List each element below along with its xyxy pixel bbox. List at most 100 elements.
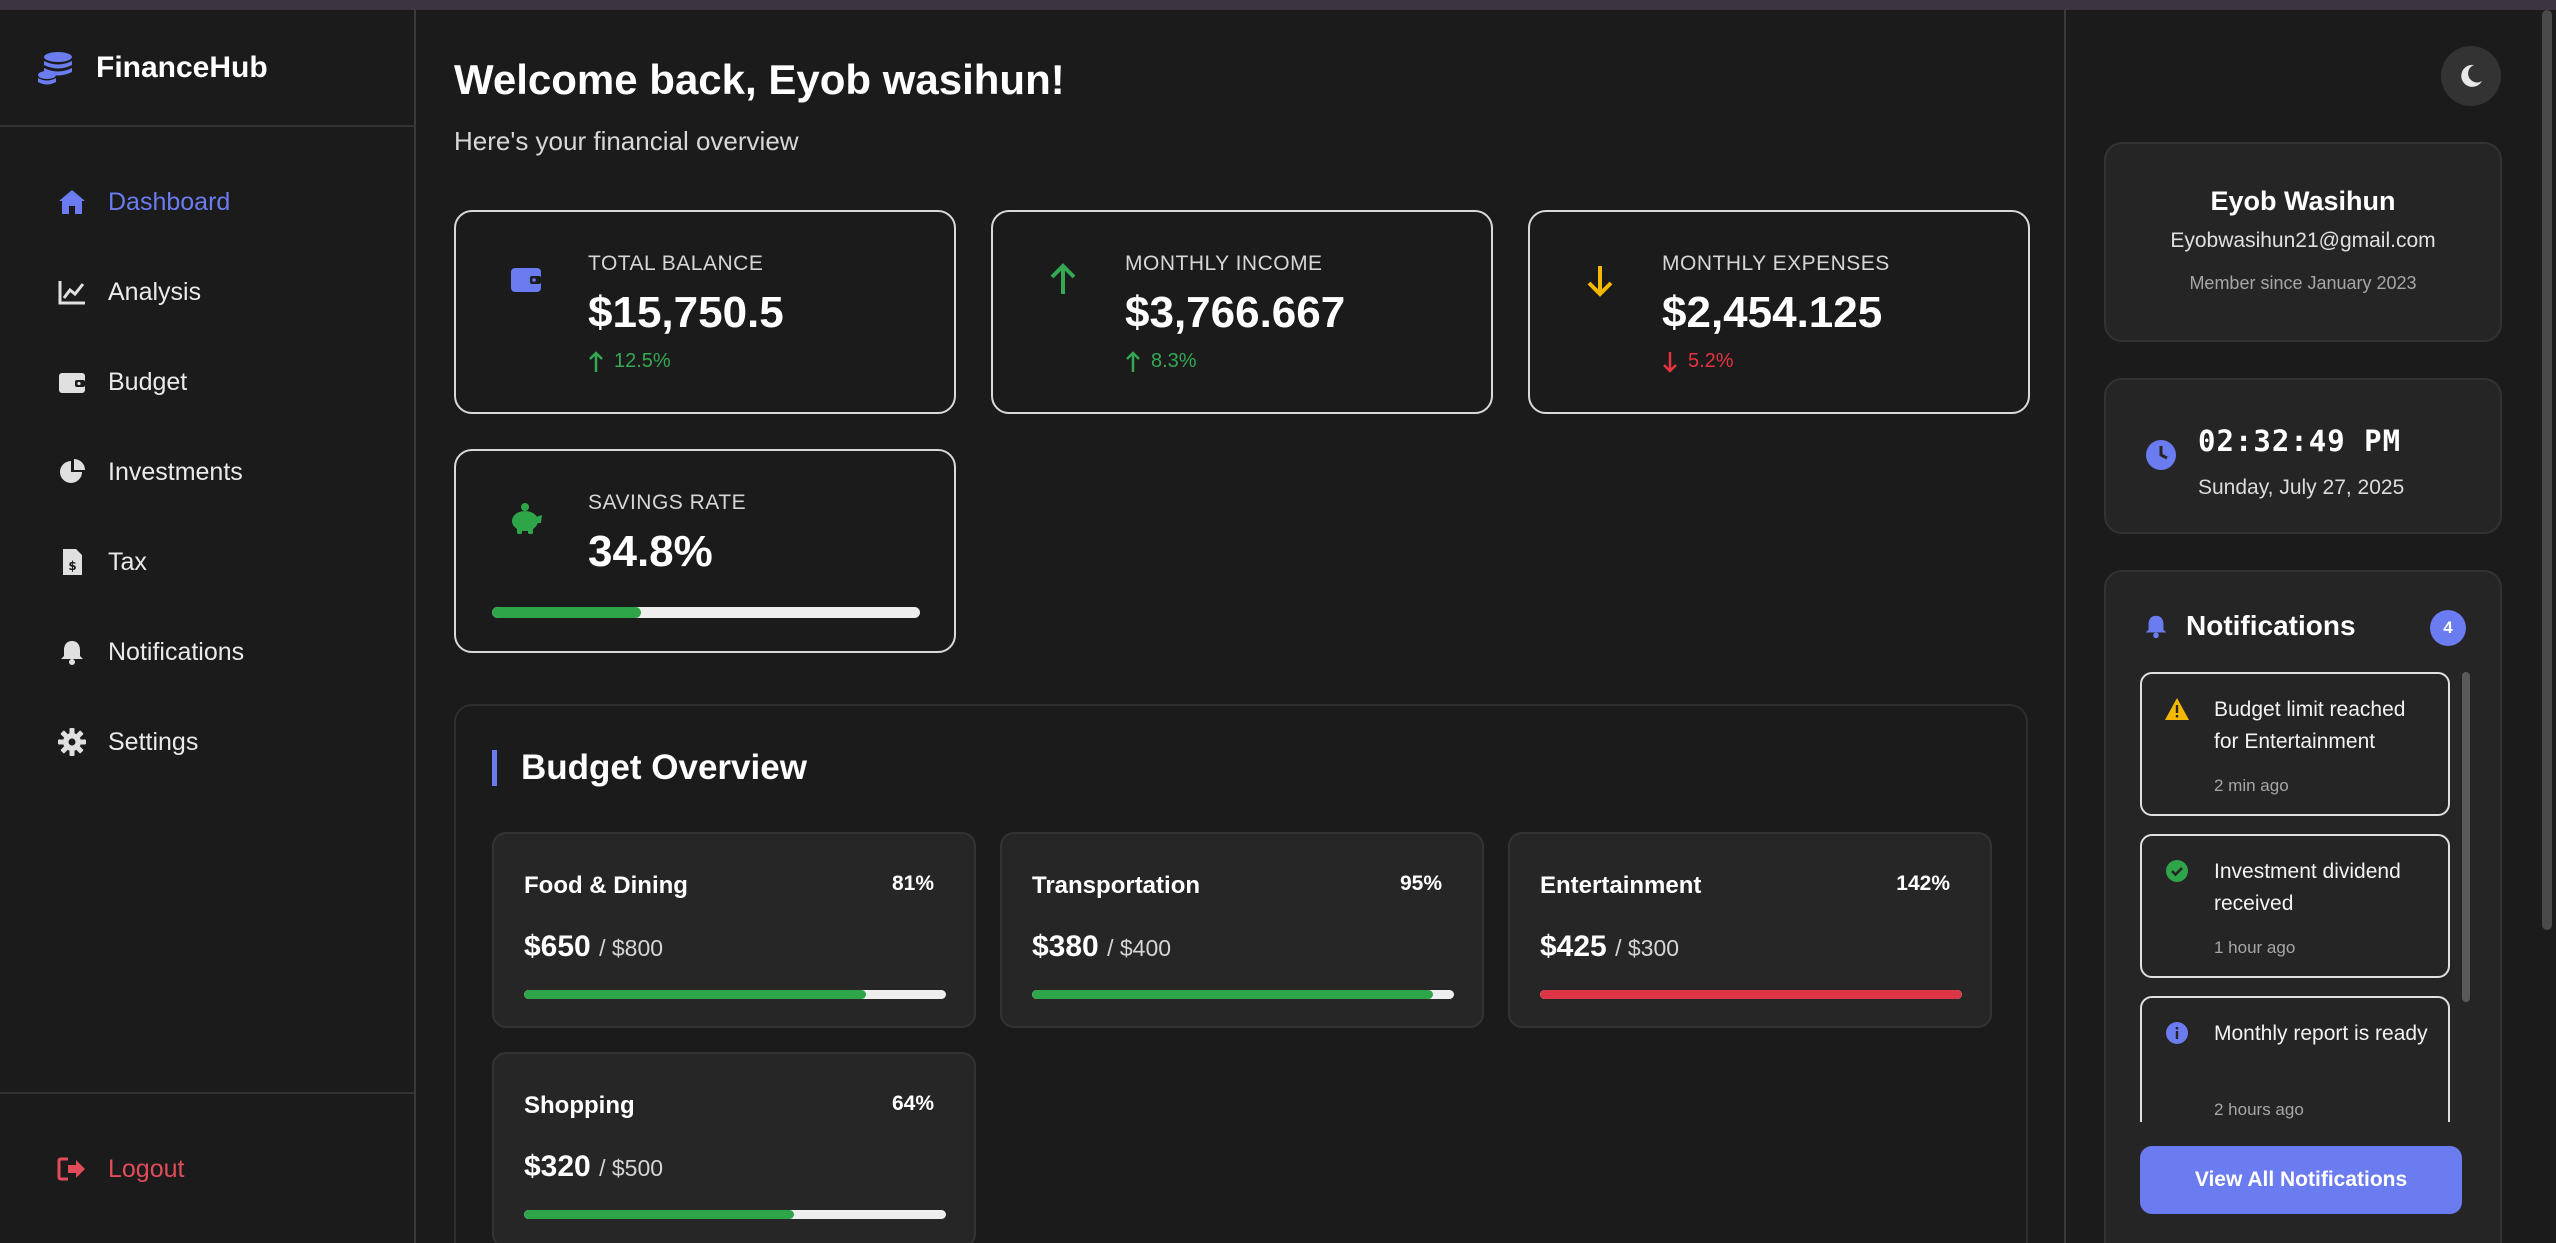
budget-card-entertainment[interactable]: Entertainment 142% $425 / $300 (1508, 832, 1992, 1028)
stat-value: $3,766.667 (1125, 288, 1346, 337)
warning-icon (2165, 698, 2189, 720)
gear-icon (56, 726, 88, 758)
clock-icon (2146, 440, 2176, 470)
wallet-icon (56, 366, 88, 398)
notifications-list[interactable]: Budget limit reached for Entertainment 2… (2140, 672, 2454, 1122)
svg-text:$: $ (68, 559, 76, 573)
sidebar-item-label: Budget (108, 367, 188, 396)
sidebar-item-tax[interactable]: $ Tax (0, 517, 414, 607)
logout-button[interactable]: Logout (0, 1124, 414, 1214)
stat-value: 34.8% (588, 527, 713, 576)
sidebar-item-label: Dashboard (108, 187, 231, 216)
budget-progress-fill (1032, 990, 1433, 999)
piggy-bank-icon (512, 503, 542, 534)
savings-progress-fill (492, 607, 641, 618)
budget-limit: / $800 (599, 935, 664, 961)
sidebar-item-dashboard[interactable]: Dashboard (0, 157, 414, 247)
budget-progress-fill (524, 1210, 795, 1219)
sidebar-item-notifications[interactable]: Notifications (0, 607, 414, 697)
sidebar-item-settings[interactable]: Settings (0, 697, 414, 787)
page-scrollbar[interactable] (2540, 10, 2554, 930)
home-icon (56, 186, 88, 218)
check-circle-icon (2166, 860, 2188, 882)
sidebar-item-analysis[interactable]: Analysis (0, 247, 414, 337)
budget-category: Food & Dining (524, 872, 688, 899)
notification-item[interactable]: Investment dividend received 1 hour ago (2140, 834, 2450, 978)
total-balance-card: TOTAL BALANCE $15,750.5 12.5% (454, 210, 956, 414)
sidebar: FinanceHub Dashboard Analysis Budget Inv… (0, 10, 416, 1243)
clock-card: 02:32:49 PM Sunday, July 27, 2025 (2104, 378, 2502, 534)
pie-chart-icon (56, 456, 88, 488)
member-since: Member since January 2023 (2189, 273, 2417, 293)
page-scrollbar-thumb[interactable] (2542, 10, 2552, 930)
notifications-card: Notifications 4 Budget limit reached for… (2104, 570, 2502, 1243)
window-top-strip (0, 0, 2556, 10)
arrow-up-icon (589, 350, 603, 372)
stat-trend-value: 5.2% (1688, 350, 1734, 372)
main-content: Welcome back, Eyob wasihun! Here's your … (418, 10, 2064, 1243)
stat-label: SAVINGS RATE (588, 491, 747, 514)
stat-value: $2,454.125 (1662, 288, 1883, 337)
moon-icon (2461, 64, 2482, 87)
stat-label: MONTHLY INCOME (1125, 252, 1323, 275)
notifications-scrollbar[interactable] (2462, 672, 2470, 1002)
page-title: Welcome back, Eyob wasihun! (454, 56, 1065, 103)
budget-limit: / $500 (599, 1155, 664, 1181)
notification-time: 1 hour ago (2214, 938, 2296, 957)
budget-progress-fill (524, 990, 866, 999)
notifications-title: Notifications (2186, 610, 2356, 641)
budget-amount: $320 / $500 (524, 1150, 663, 1184)
stat-label: MONTHLY EXPENSES (1662, 252, 1890, 275)
budget-spent: $425 (1540, 930, 1607, 963)
budget-progress-bar (1540, 990, 1962, 999)
sign-out-icon (57, 1157, 85, 1181)
notification-item[interactable]: Monthly report is ready 2 hours ago (2140, 996, 2450, 1122)
notification-text: Budget limit reached for Entertainment (2214, 698, 2406, 753)
sidebar-item-label: Notifications (108, 637, 245, 666)
budget-category: Entertainment (1540, 872, 1702, 899)
sidebar-item-investments[interactable]: Investments (0, 427, 414, 517)
arrow-down-icon (1663, 351, 1677, 373)
chart-line-icon (56, 276, 88, 308)
bell-icon (56, 636, 88, 668)
notification-time: 2 hours ago (2214, 1100, 2304, 1119)
budget-card-shopping[interactable]: Shopping 64% $320 / $500 (492, 1052, 976, 1243)
sidebar-footer: Logout (0, 1092, 414, 1243)
clock-date: Sunday, July 27, 2025 (2198, 476, 2405, 499)
monthly-income-card: MONTHLY INCOME $3,766.667 8.3% (991, 210, 1493, 414)
budget-card-transportation[interactable]: Transportation 95% $380 / $400 (1000, 832, 1484, 1028)
coins-logo-icon (38, 51, 72, 84)
sidebar-item-budget[interactable]: Budget (0, 337, 414, 427)
info-icon (2166, 1022, 2188, 1044)
budget-amount: $650 / $800 (524, 930, 663, 964)
budget-overview-title: Budget Overview (492, 750, 807, 786)
right-panel: Eyob Wasihun Eyobwasihun21@gmail.com Mem… (2064, 10, 2556, 1243)
brand[interactable]: FinanceHub (0, 10, 414, 127)
sidebar-item-label: Investments (108, 457, 243, 486)
notifications-header: Notifications (2142, 610, 2356, 642)
budget-amount: $380 / $400 (1032, 930, 1171, 964)
page-subtitle: Here's your financial overview (454, 126, 799, 156)
budget-spent: $320 (524, 1150, 591, 1183)
view-all-notifications-button[interactable]: View All Notifications (2140, 1146, 2462, 1214)
budget-progress-bar (1032, 990, 1454, 999)
profile-email: Eyobwasihun21@gmail.com (2170, 229, 2436, 252)
theme-toggle-button[interactable] (2441, 46, 2501, 106)
arrow-up-icon (1050, 263, 1076, 294)
notification-item[interactable]: Budget limit reached for Entertainment 2… (2140, 672, 2450, 816)
budget-percent: 142% (1896, 872, 1950, 895)
bell-icon (2145, 615, 2167, 639)
budget-overview-panel: Budget Overview Food & Dining 81% $650 /… (454, 704, 2028, 1243)
file-invoice-dollar-icon: $ (56, 546, 88, 578)
budget-percent: 81% (891, 872, 934, 895)
budget-category: Transportation (1032, 872, 1201, 899)
budget-progress-bar (524, 990, 946, 999)
notification-text: Investment dividend received (2214, 860, 2401, 915)
savings-rate-card: SAVINGS RATE 34.8% (454, 449, 956, 653)
stat-trend: 8.3% (1125, 350, 1197, 373)
stat-trend-value: 8.3% (1151, 350, 1197, 372)
stat-trend-value: 12.5% (614, 350, 671, 372)
profile-card: Eyob Wasihun Eyobwasihun21@gmail.com Mem… (2104, 142, 2502, 342)
stat-value: $15,750.5 (588, 288, 784, 337)
budget-card-food[interactable]: Food & Dining 81% $650 / $800 (492, 832, 976, 1028)
